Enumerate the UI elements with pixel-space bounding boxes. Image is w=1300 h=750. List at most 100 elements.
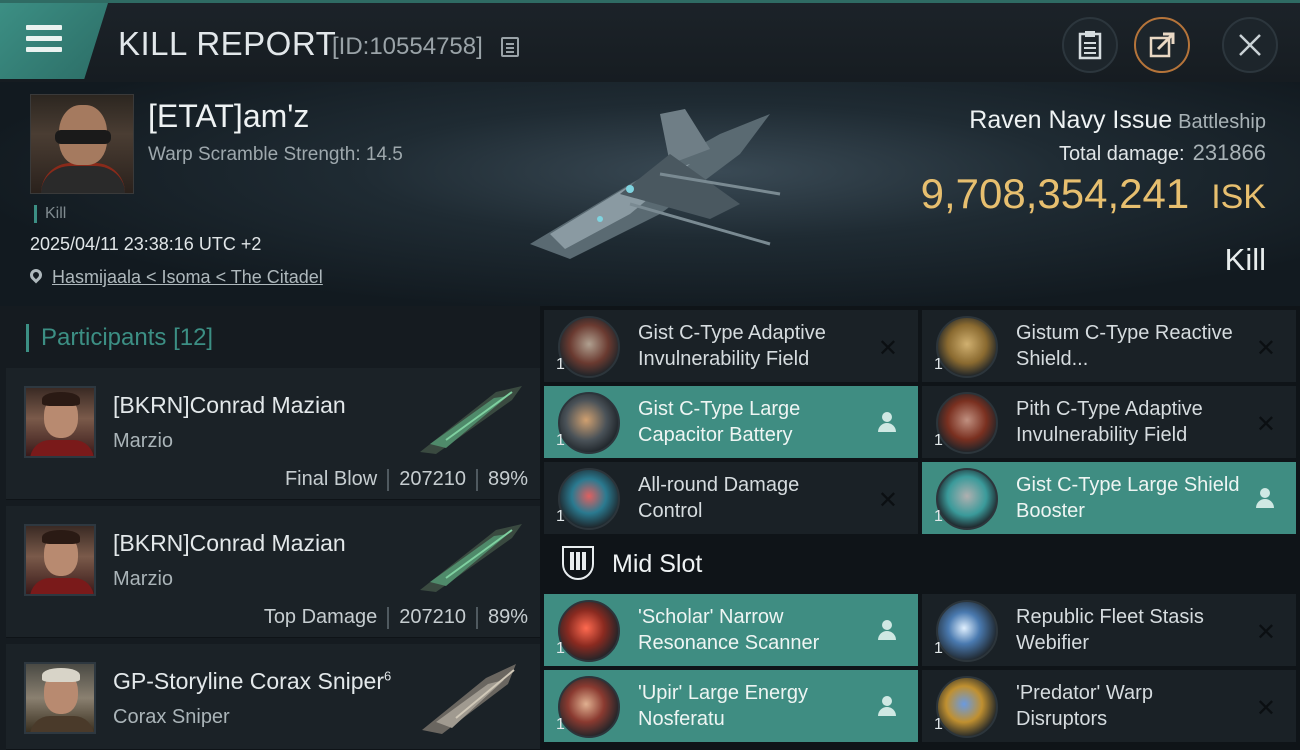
module-name: Pith C-Type Adaptive Invulnerability Fie… — [1016, 398, 1203, 446]
webifier-icon — [936, 600, 998, 662]
mid-slot-header: Mid Slot — [544, 536, 918, 594]
scanner-icon — [558, 600, 620, 662]
module-name: 'Predator' Warp Disruptors — [1016, 682, 1153, 730]
kill-result: Kill — [1224, 242, 1266, 277]
participant-avatar — [24, 662, 96, 734]
shield-module-icon — [936, 316, 998, 378]
module-name: Gistum C-Type Reactive Shield... — [1016, 322, 1233, 370]
module-quantity: 1 — [556, 716, 565, 733]
participant-row[interactable]: [BKRN]Conrad Mazian Marzio Top Damage 207… — [6, 506, 540, 638]
destroyed-x-icon: ✕ — [877, 335, 898, 362]
ship-class: Battleship — [1178, 111, 1266, 133]
header-bar: KILL REPORT [ID:10554758] — [0, 0, 1300, 82]
participant-name: [BKRN]Conrad Mazian — [113, 392, 346, 418]
module-quantity: 1 — [934, 640, 943, 657]
module-item[interactable]: 1 Gist C-Type Adaptive Invulnerability F… — [544, 310, 918, 384]
module-item[interactable]: 1 All-round Damage Control ✕ — [544, 462, 918, 536]
victim-ship-image[interactable] — [510, 94, 790, 274]
destroyed-x-icon: ✕ — [877, 487, 898, 514]
participants-title: Participants [12] — [26, 324, 213, 352]
module-quantity: 1 — [934, 432, 943, 449]
module-item[interactable]: 1 'Predator' Warp Disruptors ✕ — [922, 670, 1296, 744]
capacitor-battery-icon — [558, 392, 620, 454]
share-icon — [1149, 32, 1175, 58]
module-item[interactable]: 1 'Scholar' Narrow Resonance Scanner — [544, 594, 918, 668]
participant-percent: 89% — [487, 606, 528, 628]
participant-ship-image — [420, 524, 522, 592]
copy-icon[interactable] — [501, 37, 519, 57]
nosferatu-icon — [558, 676, 620, 738]
mid-slot-title: Mid Slot — [612, 550, 703, 578]
participants-panel: Participants [12] [BKRN]Conrad Mazian Ma… — [0, 306, 540, 750]
shield-module-icon — [936, 392, 998, 454]
module-item[interactable]: 1 'Upir' Large Energy Nosferatu — [544, 670, 918, 744]
dropped-person-icon — [878, 620, 896, 640]
participant-row[interactable]: [BKRN]Conrad Mazian Marzio Final Blow 207… — [6, 368, 540, 500]
module-name: Republic Fleet Stasis Webifier — [1016, 606, 1204, 654]
module-item[interactable]: 1 Republic Fleet Stasis Webifier ✕ — [922, 594, 1296, 668]
module-quantity: 1 — [556, 356, 565, 373]
module-item[interactable]: 1 Gist C-Type Large Shield Booster — [922, 462, 1296, 536]
participant-ship: Corax Sniper — [113, 706, 230, 728]
destroyed-x-icon: ✕ — [1255, 695, 1276, 722]
participant-ship-image — [420, 386, 522, 454]
participant-name: [BKRN]Conrad Mazian — [113, 530, 346, 556]
destroyed-x-icon: ✕ — [1255, 335, 1276, 362]
module-quantity: 1 — [934, 716, 943, 733]
clipboard-button[interactable] — [1062, 17, 1118, 73]
dropped-person-icon — [1256, 488, 1274, 508]
location-pin-icon — [27, 266, 45, 284]
module-name: Gist C-Type Large Shield Booster — [1016, 474, 1240, 522]
victim-ship-name[interactable]: Raven Navy Issue Battleship — [969, 106, 1266, 135]
dropped-person-icon — [878, 412, 896, 432]
module-quantity: 1 — [934, 508, 943, 525]
module-name: Gist C-Type Adaptive Invulnerability Fie… — [638, 322, 826, 370]
participant-damage: 207210 — [399, 606, 466, 628]
menu-icon — [26, 25, 62, 55]
close-button[interactable] — [1222, 17, 1278, 73]
module-quantity: 1 — [556, 432, 565, 449]
destroyed-x-icon: ✕ — [1255, 619, 1276, 646]
isk-value: 9,708,354,241 ISK — [920, 170, 1266, 217]
shield-booster-icon — [936, 468, 998, 530]
warp-scramble-strength: Warp Scramble Strength: 14.5 — [148, 144, 403, 165]
module-quantity: 1 — [556, 508, 565, 525]
location: Hasmijaala < Isoma < The Citadel — [27, 266, 323, 288]
share-button[interactable] — [1134, 17, 1190, 73]
module-name: 'Scholar' Narrow Resonance Scanner — [638, 606, 820, 654]
module-quantity: 1 — [934, 356, 943, 373]
participant-percent: 89% — [487, 468, 528, 490]
participant-role: Top Damage — [263, 606, 378, 628]
victim-name[interactable]: [ETAT]am'z — [148, 98, 309, 135]
total-damage: Total damage: 231866 — [1058, 140, 1266, 165]
module-item[interactable]: 1 Gist C-Type Large Capacitor Battery — [544, 386, 918, 460]
menu-button[interactable] — [0, 3, 108, 79]
module-quantity: 1 — [556, 640, 565, 657]
module-item[interactable]: 1 Pith C-Type Adaptive Invulnerability F… — [922, 386, 1296, 460]
participant-avatar — [24, 524, 96, 596]
kill-timestamp: 2025/04/11 23:38:16 UTC +2 — [30, 234, 262, 254]
module-item[interactable]: 1 Gistum C-Type Reactive Shield... ✕ — [922, 310, 1296, 384]
participant-name: GP-Storyline Corax Sniper6 — [113, 668, 392, 694]
shield-module-icon — [558, 316, 620, 378]
participant-stats: Final Blow 207210 89% — [285, 468, 528, 491]
victim-avatar[interactable] — [30, 94, 134, 194]
participant-row[interactable]: GP-Storyline Corax Sniper6 Corax Sniper — [6, 644, 540, 750]
damage-control-icon — [558, 468, 620, 530]
module-name: 'Upir' Large Energy Nosferatu — [638, 682, 808, 730]
participant-ship-image — [422, 664, 516, 734]
victim-panel: [ETAT]am'z Warp Scramble Strength: 14.5 … — [0, 82, 1300, 306]
participant-role: Final Blow — [284, 468, 378, 490]
warp-disruptor-icon — [936, 676, 998, 738]
destroyed-x-icon: ✕ — [1255, 411, 1276, 438]
dropped-person-icon — [878, 696, 896, 716]
clipboard-icon — [1078, 31, 1102, 60]
participant-ship: Marzio — [113, 568, 174, 590]
location-link[interactable]: Hasmijaala < Isoma < The Citadel — [52, 267, 323, 287]
participant-avatar — [24, 386, 96, 458]
report-id: [ID:10554758] — [332, 33, 483, 60]
module-name: Gist C-Type Large Capacitor Battery — [638, 398, 801, 446]
close-icon — [1239, 34, 1261, 56]
mid-slot-icon — [562, 546, 594, 580]
participant-stats: Top Damage 207210 89% — [264, 606, 528, 629]
